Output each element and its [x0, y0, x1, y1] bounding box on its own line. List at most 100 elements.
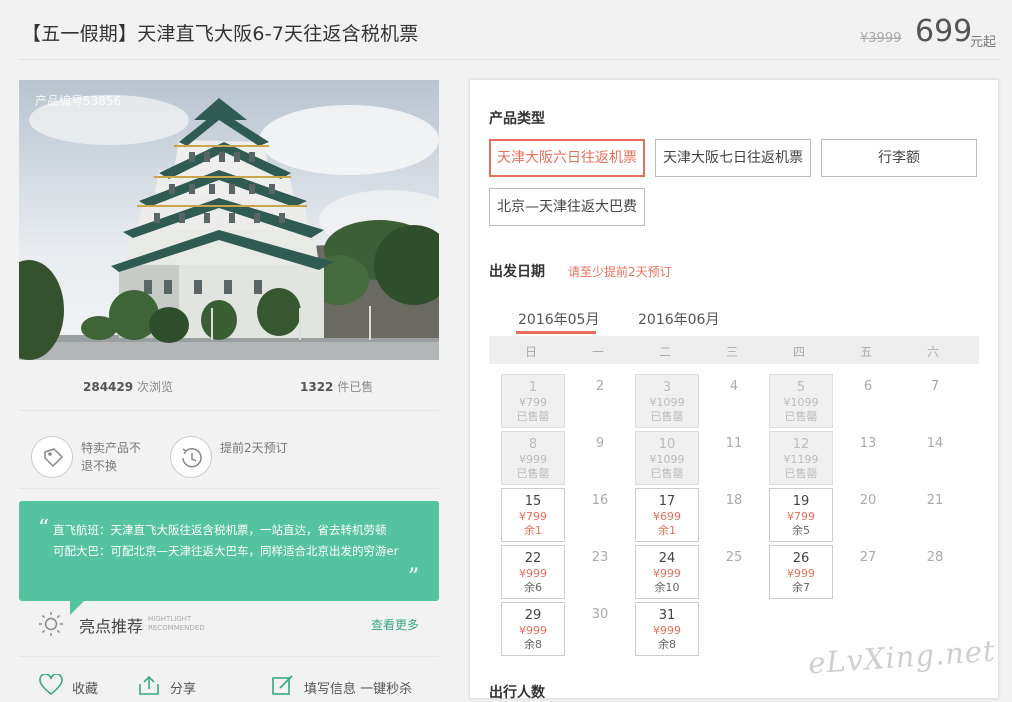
calendar-day-30: 30	[568, 602, 632, 656]
calendar-day-11: 11	[702, 431, 766, 485]
option-luggage[interactable]: 行李额	[821, 139, 977, 177]
calendar-day-23: 23	[568, 545, 632, 599]
calendar-day-29[interactable]: 29 ¥999 余8	[501, 602, 565, 656]
day-number: 1	[528, 380, 538, 395]
day-number: 12	[792, 437, 810, 452]
calendar-day-8: 8 ¥999 已售罄	[501, 431, 565, 485]
divider	[19, 488, 439, 489]
sold-count: 1322 件已售	[300, 378, 373, 395]
view-count-number: 284429	[83, 380, 134, 394]
price-unit: 元起	[970, 35, 997, 50]
view-count: 284429 次浏览	[83, 378, 173, 395]
option-tianjin-osaka-7day[interactable]: 天津大阪七日往返机票	[655, 139, 811, 177]
divider	[19, 656, 439, 657]
share-label: 分享	[170, 682, 197, 697]
calendar-day-21: 21	[903, 488, 967, 542]
day-price: ¥999	[787, 567, 815, 580]
day-number: 6	[863, 379, 873, 394]
day-number: 28	[926, 550, 944, 565]
active-month-indicator	[516, 331, 596, 334]
day-price: ¥799	[787, 510, 815, 523]
option-beijing-tianjin-bus[interactable]: 北京—天津往返大巴费	[489, 188, 645, 226]
day-status: 余5	[792, 524, 810, 537]
day-number: 30	[591, 607, 609, 622]
month-tab-2016-05[interactable]: 2016年05月	[518, 309, 599, 329]
month-tab-2016-06[interactable]: 2016年06月	[638, 309, 719, 329]
calendar-day-26[interactable]: 26 ¥999 余7	[769, 545, 833, 599]
day-price: ¥999	[519, 567, 547, 580]
calendar-day-2: 2	[568, 374, 632, 428]
osaka-castle-image	[19, 80, 439, 360]
day-number: 8	[528, 437, 538, 452]
highlight-subtitle: HIGHTLIGHT RECOMMENDED	[148, 615, 205, 633]
day-price: ¥1099	[649, 396, 685, 409]
share-icon	[139, 675, 159, 695]
day-number: 9	[595, 436, 605, 451]
weekday-sun: 日	[524, 345, 537, 359]
calendar-day-22[interactable]: 22 ¥999 余6	[501, 545, 565, 599]
day-price: ¥999	[653, 567, 681, 580]
highlight-title: 亮点推荐	[79, 617, 144, 636]
weekday-sat: 六	[926, 345, 939, 359]
day-status: 余7	[792, 581, 810, 594]
calendar-day-3: 3 ¥1099 已售罄	[635, 374, 699, 428]
feature-no-refund-text: 特卖产品不退不换	[81, 441, 142, 473]
close-quote-icon: ”	[408, 565, 420, 590]
calendar-day-1: 1 ¥799 已售罄	[501, 374, 565, 428]
calendar-day-6: 6	[836, 374, 900, 428]
day-price: ¥799	[519, 396, 547, 409]
day-number: 17	[658, 494, 676, 509]
day-number: 22	[524, 551, 542, 566]
calendar-day-5: 5 ¥1099 已售罄	[769, 374, 833, 428]
weekday-header: 日 一 二 三 四 五 六	[489, 336, 979, 364]
calendar-day-9: 9	[568, 431, 632, 485]
view-more-link[interactable]: 查看更多	[371, 616, 419, 633]
calendar-day-20: 20	[836, 488, 900, 542]
edit-icon	[272, 675, 293, 695]
day-number: 26	[792, 551, 810, 566]
calendar-day-19[interactable]: 19 ¥799 余5	[769, 488, 833, 542]
departure-date-heading: 出发日期	[489, 264, 545, 280]
calendar-day-24[interactable]: 24 ¥999 余10	[635, 545, 699, 599]
calendar-day-13: 13	[836, 431, 900, 485]
view-count-label: 次浏览	[136, 380, 173, 394]
calendar-day-12: 12 ¥1199 已售罄	[769, 431, 833, 485]
day-price: ¥999	[519, 453, 547, 466]
sold-count-number: 1322	[300, 380, 334, 394]
product-type-heading: 产品类型	[489, 111, 545, 127]
divider	[19, 410, 439, 411]
calendar-day-17[interactable]: 17 ¥699 余1	[635, 488, 699, 542]
day-number: 4	[729, 379, 739, 394]
option-tianjin-osaka-6day[interactable]: 天津大阪六日往返机票	[489, 139, 645, 177]
clock-history-icon	[170, 436, 212, 478]
weekday-tue: 二	[658, 345, 671, 359]
day-number: 19	[792, 494, 810, 509]
product-photo	[19, 80, 439, 360]
day-status: 余10	[654, 581, 680, 594]
weekday-mon: 一	[591, 345, 604, 359]
current-price: 699	[915, 14, 973, 49]
day-number: 10	[658, 437, 676, 452]
day-number: 13	[859, 436, 877, 451]
day-number: 24	[658, 551, 676, 566]
calendar-day-31[interactable]: 31 ¥999 余8	[635, 602, 699, 656]
day-number: 20	[859, 493, 877, 508]
day-price: ¥1099	[649, 453, 685, 466]
day-number: 31	[658, 608, 676, 623]
day-price: ¥799	[519, 510, 547, 523]
weekday-wed: 三	[725, 345, 738, 359]
calendar-day-15[interactable]: 15 ¥799 余1	[501, 488, 565, 542]
sold-count-label: 件已售	[337, 380, 374, 394]
calendar-day-16: 16	[568, 488, 632, 542]
product-stats: 284429 次浏览 1322 件已售	[19, 378, 439, 398]
day-number: 18	[725, 493, 743, 508]
day-number: 21	[926, 493, 944, 508]
day-status: 已售罄	[516, 410, 550, 423]
calendar-day-25: 25	[702, 545, 766, 599]
day-price: ¥699	[653, 510, 681, 523]
day-number: 14	[926, 436, 944, 451]
day-number: 25	[725, 550, 743, 565]
recommend-line-2: 可配大巴：可配北京—天津往返大巴车，同样适合北京出发的穷游er	[53, 544, 399, 558]
day-price: ¥999	[653, 624, 681, 637]
calendar-day-28: 28	[903, 545, 967, 599]
